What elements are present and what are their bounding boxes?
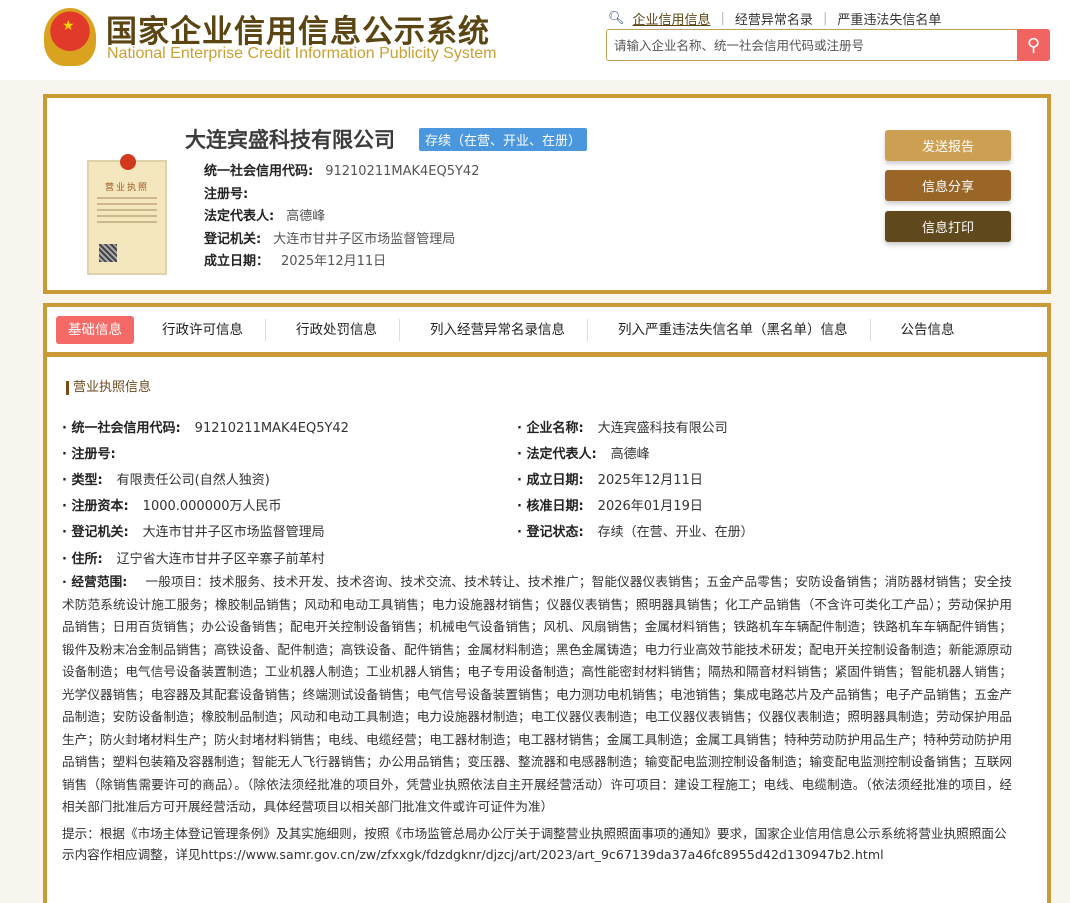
search-button[interactable]: ⚲ <box>1017 29 1050 61</box>
search-box: ⚲ <box>606 29 1050 61</box>
emblem-icon <box>120 154 136 170</box>
info-address: 住所:辽宁省大连市甘井子区辛寨子前革村 <box>62 548 325 567</box>
search-icon: ⚲ <box>1026 34 1041 56</box>
info-capital: 注册资本:1000.000000万人民币 <box>62 495 282 514</box>
send-report-button[interactable]: 发送报告 <box>885 130 1011 161</box>
tab-admin-license[interactable]: 行政许可信息 <box>134 318 266 341</box>
national-emblem-icon: ★ <box>44 8 96 66</box>
print-info-button[interactable]: 信息打印 <box>885 211 1011 242</box>
share-info-button[interactable]: 信息分享 <box>885 170 1011 201</box>
divider: | <box>720 11 725 26</box>
license-title: 营业执照 <box>104 183 149 193</box>
info-founded: 成立日期:2025年12月11日 <box>517 469 703 488</box>
search-icon: 🔍︎ <box>608 11 625 26</box>
top-links: 🔍︎ 企业信用信息 | 经营异常名录 | 严重违法失信名单 <box>608 9 941 28</box>
divider: | <box>822 11 828 26</box>
tab-basic-info[interactable]: 基础信息 <box>56 315 134 344</box>
details-card: 基础信息 行政许可信息 行政处罚信息 列入经营异常名录信息 列入严重违法失信名单… <box>43 303 1051 903</box>
site-subtitle: National Enterprise Credit Information P… <box>107 45 497 62</box>
link-abnormal-list[interactable]: 经营异常名录 <box>735 9 813 28</box>
info-authority: 登记机关:大连市甘井子区市场监督管理局 <box>62 521 325 540</box>
link-blacklist[interactable]: 严重违法失信名单 <box>837 9 941 28</box>
info-reg-no: 注册号: <box>62 443 130 462</box>
info-approved: 核准日期:2026年01月19日 <box>517 495 703 514</box>
info-credit-code: 统一社会信用代码:91210211MAK4EQ5Y42 <box>62 417 349 436</box>
section-title: 营业执照信息 <box>66 381 151 395</box>
company-name: 大连宾盛科技有限公司 <box>185 128 395 152</box>
search-input[interactable] <box>607 30 1007 60</box>
info-legal-rep: 法定代表人:高德峰 <box>517 443 650 462</box>
field-reg-no: 注册号: <box>204 187 249 202</box>
tab-blacklist[interactable]: 列入严重违法失信名单（黑名单）信息 <box>588 318 871 341</box>
tab-announcements[interactable]: 公告信息 <box>871 319 955 341</box>
business-license-thumbnail[interactable]: 营业执照 <box>87 154 167 275</box>
tab-bar: 基础信息 行政许可信息 行政处罚信息 列入经营异常名录信息 列入严重违法失信名单… <box>47 307 1047 357</box>
tab-abnormal-list[interactable]: 列入经营异常名录信息 <box>400 318 588 341</box>
site-header: ★ 国家企业信用信息公示系统 National Enterprise Credi… <box>0 0 1070 80</box>
company-summary-card: 营业执照 大连宾盛科技有限公司 存续（在营、开业、在册） 统一社会信用代码: 91… <box>43 94 1051 294</box>
business-scope: 经营范围:一般项目：技术服务、技术开发、技术咨询、技术交流、技术转让、技术推广；… <box>62 571 1012 819</box>
info-company-name: 企业名称:大连宾盛科技有限公司 <box>517 417 728 436</box>
field-credit-code: 统一社会信用代码: 91210211MAK4EQ5Y42 <box>204 164 480 179</box>
notice-text: 提示：根据《市场主体登记管理条例》及其实施细则，按照《市场监管总局办公厅关于调整… <box>62 826 1007 862</box>
field-authority: 登记机关: 大连市甘井子区市场监督管理局 <box>204 232 456 247</box>
qr-code-icon <box>99 244 117 262</box>
info-reg-status: 登记状态:存续（在营、开业、在册） <box>517 521 754 540</box>
field-legal-rep: 法定代表人: 高德峰 <box>204 209 326 224</box>
link-credit-info[interactable]: 企业信用信息 <box>633 9 711 28</box>
status-badge: 存续（在营、开业、在册） <box>419 128 588 151</box>
info-type: 类型:有限责任公司(自然人独资) <box>62 469 270 488</box>
tab-admin-penalty[interactable]: 行政处罚信息 <box>266 318 400 341</box>
field-founded: 成立日期： 2025年12月11日 <box>204 254 387 269</box>
